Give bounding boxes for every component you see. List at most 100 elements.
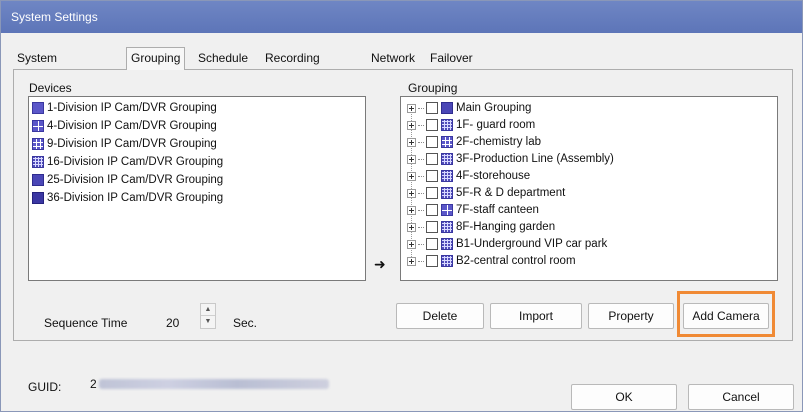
tree-connector: [418, 158, 424, 160]
window-title: System Settings: [11, 10, 98, 24]
sequence-time-label: Sequence Time: [44, 316, 128, 330]
grouping-tree[interactable]: Main Grouping 1F- guard room 2F-chemistr…: [400, 96, 778, 281]
property-button[interactable]: Property: [588, 303, 674, 329]
spin-up-icon[interactable]: ▲: [201, 304, 215, 316]
group-label: 7F-staff canteen: [456, 204, 539, 216]
devices-label: Devices: [27, 81, 74, 95]
group-checkbox[interactable]: [426, 187, 438, 199]
tree-connector: [418, 260, 424, 262]
group-label: Main Grouping: [456, 102, 532, 114]
multi-view-icon: [441, 119, 453, 131]
expand-icon[interactable]: [407, 120, 416, 130]
expand-icon[interactable]: [407, 154, 416, 164]
thirtysix-view-icon: [32, 192, 44, 204]
add-to-group-arrow-icon[interactable]: ➜: [374, 256, 386, 273]
grouping-label: Grouping: [406, 81, 460, 95]
list-item[interactable]: 36-Division IP Cam/DVR Grouping: [32, 190, 223, 206]
list-item[interactable]: 25-Division IP Cam/DVR Grouping: [32, 172, 223, 188]
group-checkbox[interactable]: [426, 170, 438, 182]
multi-view-icon: [441, 136, 453, 148]
group-label: 2F-chemistry lab: [456, 136, 541, 148]
delete-button[interactable]: Delete: [396, 303, 484, 329]
tree-node[interactable]: 7F-staff canteen: [407, 202, 539, 218]
guid-value-prefix: 2: [90, 377, 97, 391]
sequence-time-value[interactable]: 20: [166, 316, 179, 330]
group-label: B2-central control room: [456, 255, 576, 267]
multi-view-icon: [441, 170, 453, 182]
list-item[interactable]: 9-Division IP Cam/DVR Grouping: [32, 136, 217, 152]
expand-icon[interactable]: [407, 256, 416, 266]
expand-icon[interactable]: [407, 137, 416, 147]
nine-view-icon: [32, 138, 44, 150]
multi-view-icon: [441, 204, 453, 216]
group-label: 4F-storehouse: [456, 170, 531, 182]
tree-node[interactable]: 2F-chemistry lab: [407, 134, 541, 150]
ok-button[interactable]: OK: [571, 384, 677, 410]
group-checkbox[interactable]: [426, 238, 438, 250]
list-item[interactable]: 16-Division IP Cam/DVR Grouping: [32, 154, 223, 170]
tree-connector: [418, 226, 424, 228]
device-label: 36-Division IP Cam/DVR Grouping: [47, 192, 224, 204]
guid-value-redacted: [99, 379, 329, 389]
group-label: 8F-Hanging garden: [456, 221, 556, 233]
spin-down-icon[interactable]: ▼: [201, 316, 215, 328]
tree-connector: [418, 243, 424, 245]
cancel-button[interactable]: Cancel: [688, 384, 794, 410]
group-label: 5F-R & D department: [456, 187, 566, 199]
group-checkbox[interactable]: [426, 255, 438, 267]
tree-connector: [418, 192, 424, 194]
sequence-time-spinner[interactable]: ▲ ▼: [200, 303, 216, 329]
single-view-icon: [441, 102, 453, 114]
group-label: 3F-Production Line (Assembly): [456, 153, 614, 165]
multi-view-icon: [441, 187, 453, 199]
tree-node[interactable]: B1-Underground VIP car park: [407, 236, 607, 252]
device-label: 4-Division IP Cam/DVR Grouping: [47, 120, 217, 132]
tree-node[interactable]: Main Grouping: [407, 100, 531, 116]
tree-node[interactable]: 4F-storehouse: [407, 168, 530, 184]
group-label: 1F- guard room: [456, 119, 536, 131]
device-label: 1-Division IP Cam/DVR Grouping: [47, 102, 217, 114]
expand-icon[interactable]: [407, 239, 416, 249]
list-item[interactable]: 1-Division IP Cam/DVR Grouping: [32, 100, 217, 116]
import-button[interactable]: Import: [490, 303, 582, 329]
multi-view-icon: [441, 255, 453, 267]
multi-view-icon: [441, 153, 453, 165]
group-checkbox[interactable]: [426, 119, 438, 131]
expand-icon[interactable]: [407, 188, 416, 198]
tab-schedule[interactable]: Schedule: [194, 50, 252, 69]
tree-node[interactable]: B2-central control room: [407, 253, 576, 269]
group-checkbox[interactable]: [426, 136, 438, 148]
tab-grouping[interactable]: Grouping: [126, 47, 186, 70]
tree-connector: [418, 107, 424, 109]
expand-icon[interactable]: [407, 205, 416, 215]
group-checkbox[interactable]: [426, 204, 438, 216]
add-camera-highlight: [677, 291, 775, 337]
group-checkbox[interactable]: [426, 221, 438, 233]
tree-node[interactable]: 8F-Hanging garden: [407, 219, 555, 235]
title-bar[interactable]: System Settings: [1, 1, 802, 33]
expand-icon[interactable]: [407, 103, 416, 113]
device-label: 16-Division IP Cam/DVR Grouping: [47, 156, 224, 168]
tab-system-settings[interactable]: System Settings: [13, 50, 64, 82]
tree-node[interactable]: 3F-Production Line (Assembly): [407, 151, 614, 167]
sequence-time-unit: Sec.: [233, 316, 258, 330]
tree-connector: [418, 209, 424, 211]
tree-connector: [418, 141, 424, 143]
group-label: B1-Underground VIP car park: [456, 238, 608, 250]
tree-connector: [418, 175, 424, 177]
list-item[interactable]: 4-Division IP Cam/DVR Grouping: [32, 118, 217, 134]
tab-failover[interactable]: Failover: [426, 50, 477, 69]
group-checkbox[interactable]: [426, 102, 438, 114]
quad-view-icon: [32, 120, 44, 132]
sixteen-view-icon: [32, 156, 44, 168]
guid-label: GUID:: [28, 380, 62, 394]
single-view-icon: [32, 102, 44, 114]
tab-recording-time[interactable]: Recording Time: [261, 50, 324, 82]
expand-icon[interactable]: [407, 222, 416, 232]
tree-node[interactable]: 5F-R & D department: [407, 185, 565, 201]
expand-icon[interactable]: [407, 171, 416, 181]
tree-node[interactable]: 1F- guard room: [407, 117, 535, 133]
tab-network[interactable]: Network: [367, 50, 419, 69]
devices-list[interactable]: 1-Division IP Cam/DVR Grouping 4-Divisio…: [28, 96, 366, 281]
group-checkbox[interactable]: [426, 153, 438, 165]
